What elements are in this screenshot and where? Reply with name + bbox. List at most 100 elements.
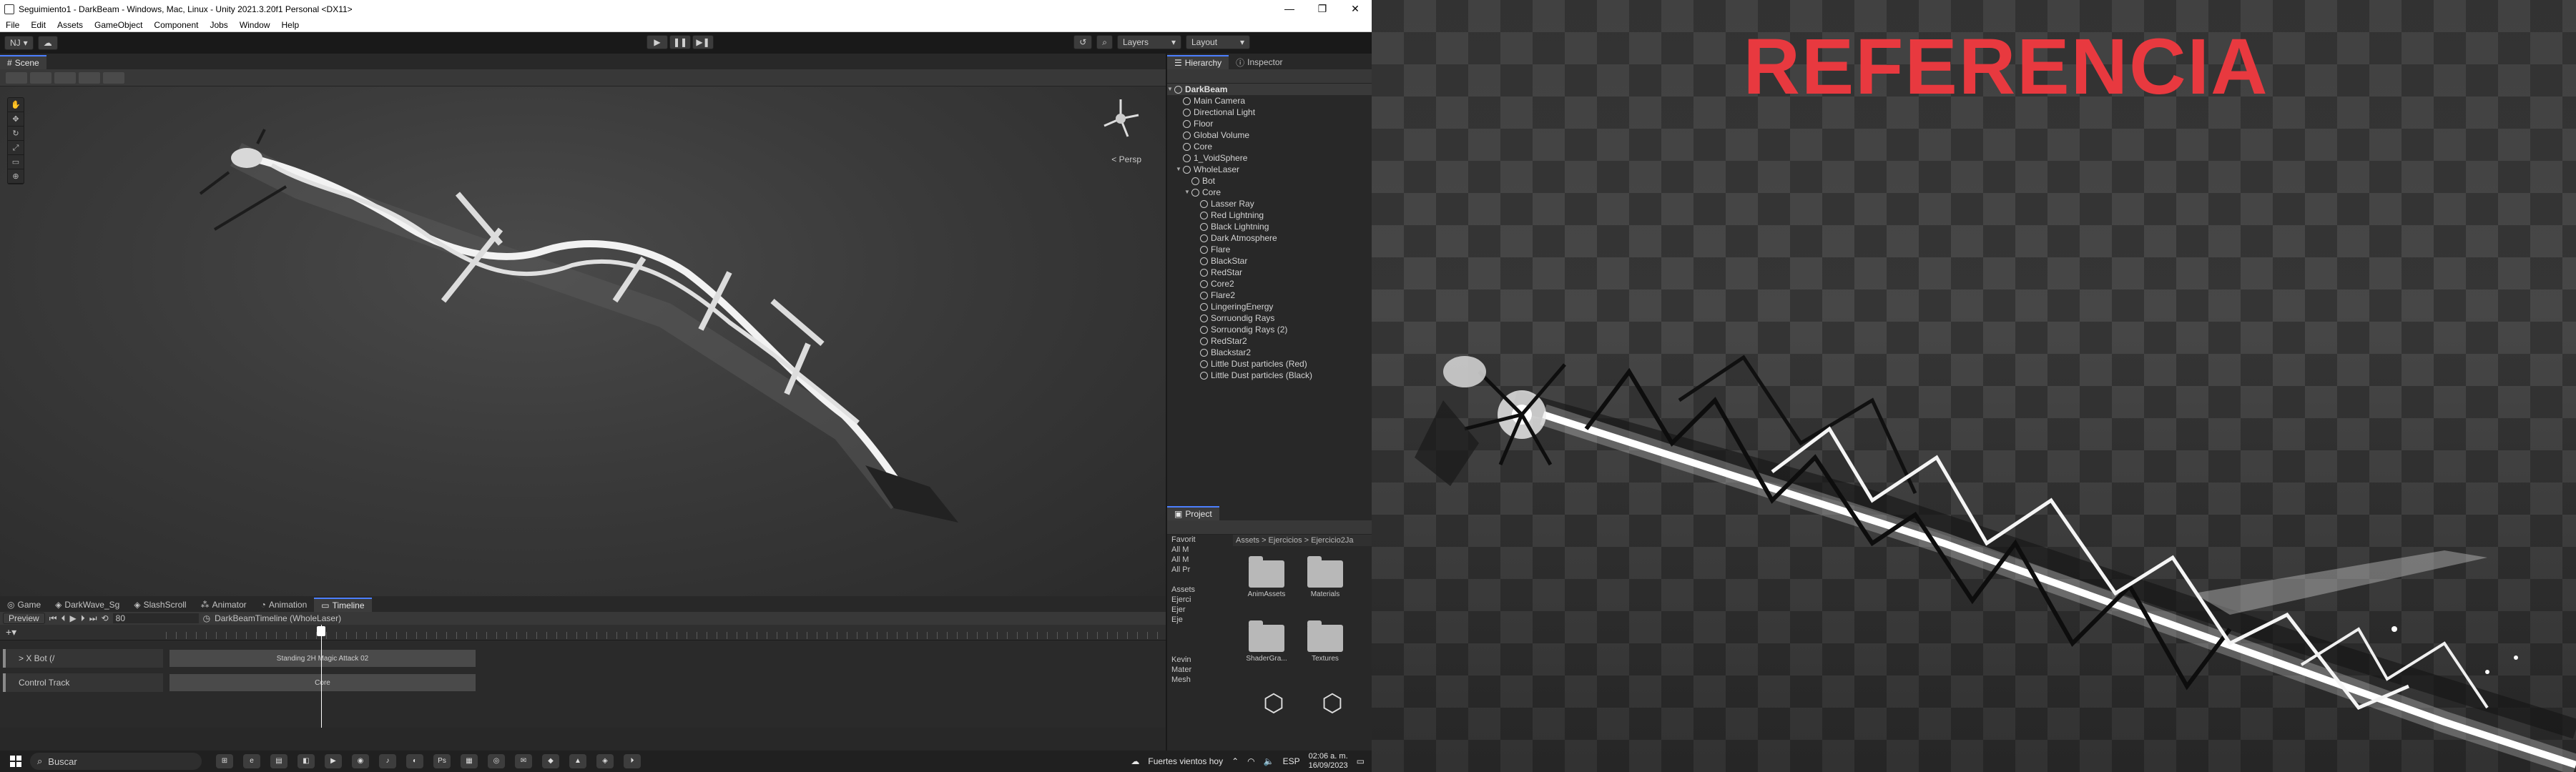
layout-dropdown[interactable]: Layout ▾	[1186, 35, 1250, 49]
hierarchy-item[interactable]: BlackStar	[1167, 255, 1372, 267]
layers-dropdown[interactable]: Layers ▾	[1117, 35, 1181, 49]
hierarchy-item[interactable]: Core	[1167, 141, 1372, 152]
hierarchy-item[interactable]: Flare	[1167, 244, 1372, 255]
hierarchy-item[interactable]: LingeringEnergy	[1167, 301, 1372, 312]
animation-clip[interactable]: Standing 2H Magic Attack 02	[169, 649, 476, 668]
maximize-button[interactable]: ❐	[1306, 0, 1339, 18]
hierarchy-item[interactable]: Bot	[1167, 175, 1372, 187]
control-clip[interactable]: Core	[169, 673, 476, 692]
taskbar-app-icon[interactable]: Ps	[433, 754, 451, 768]
minimize-button[interactable]: —	[1273, 0, 1306, 18]
project-tree-item[interactable]: Mater	[1167, 665, 1233, 675]
project-tree-item[interactable]: Ejerci	[1167, 595, 1233, 605]
hierarchy-item[interactable]: Flare2	[1167, 290, 1372, 301]
project-tree-item[interactable]: All M	[1167, 555, 1233, 565]
step-button[interactable]: ▶❚	[692, 35, 714, 49]
preview-button[interactable]: Preview	[3, 613, 45, 624]
hierarchy-item[interactable]: Dark Atmosphere	[1167, 232, 1372, 244]
project-toolbar[interactable]	[1167, 520, 1372, 535]
hierarchy-item[interactable]: Directional Light	[1167, 107, 1372, 118]
scene-root[interactable]: ▼ DarkBeam	[1167, 84, 1372, 95]
history-icon[interactable]: ↺	[1073, 35, 1093, 49]
loop-icon[interactable]: ⟲	[102, 613, 109, 623]
menu-help[interactable]: Help	[276, 20, 305, 30]
hierarchy-item[interactable]: Main Camera	[1167, 95, 1372, 107]
hierarchy-item[interactable]: ▼ WholeLaser	[1167, 164, 1372, 175]
hierarchy-search[interactable]	[1167, 69, 1372, 84]
notifications-icon[interactable]: ▭	[1357, 756, 1365, 766]
close-button[interactable]: ✕	[1339, 0, 1372, 18]
hierarchy-item[interactable]: Core2	[1167, 278, 1372, 290]
tray-chevron-icon[interactable]: ⌃	[1232, 756, 1239, 766]
project-tree-item[interactable]	[1167, 645, 1233, 655]
menu-gameobject[interactable]: GameObject	[89, 20, 148, 30]
tab-inspector[interactable]: ⓘ Inspector	[1229, 55, 1289, 69]
menu-jobs[interactable]: Jobs	[204, 20, 233, 30]
timeline-playhead[interactable]	[321, 625, 322, 728]
folder-materials[interactable]: Materials	[1300, 556, 1350, 598]
grid-button[interactable]	[54, 71, 76, 84]
draw-mode-button[interactable]	[6, 71, 27, 84]
expand-arrow-icon[interactable]: ▼	[1176, 164, 1183, 175]
tab-hierarchy[interactable]: ☰ Hierarchy	[1167, 55, 1229, 69]
project-tree-item[interactable]	[1167, 575, 1233, 585]
goto-start-icon[interactable]: ⏮	[49, 613, 57, 624]
project-tree-item[interactable]: Mesh	[1167, 675, 1233, 685]
cloud-icon[interactable]: ☁	[37, 36, 58, 50]
language-indicator[interactable]: ESP	[1283, 756, 1300, 766]
track-header-control[interactable]: Control Track	[3, 673, 163, 692]
folder-shadergraph[interactable]: ShaderGra...	[1242, 620, 1292, 663]
persp-label[interactable]: < Persp	[1111, 154, 1141, 164]
hierarchy-item[interactable]: Global Volume	[1167, 129, 1372, 141]
project-tree-item[interactable]	[1167, 635, 1233, 645]
menu-file[interactable]: File	[0, 20, 25, 30]
taskbar-app-icon[interactable]: ◆	[542, 754, 559, 768]
search-icon[interactable]: ⌕	[1096, 35, 1113, 49]
increment-button[interactable]	[103, 71, 124, 84]
scene-orientation-gizmo[interactable]	[1096, 94, 1146, 151]
hierarchy-item[interactable]: RedStar	[1167, 267, 1372, 278]
expand-arrow-icon[interactable]: ▼	[1167, 84, 1174, 95]
weather-text[interactable]: Fuertes vientos hoy	[1148, 756, 1223, 766]
hierarchy-item[interactable]: Black Lightning	[1167, 221, 1372, 232]
tab-animation[interactable]: ◔ Animation	[254, 598, 315, 612]
hierarchy-item[interactable]: Blackstar2	[1167, 347, 1372, 358]
expand-arrow-icon[interactable]: ▼	[1184, 187, 1191, 198]
weather-icon[interactable]: ☁	[1131, 756, 1139, 766]
hierarchy-item[interactable]: Floor	[1167, 118, 1372, 129]
menu-edit[interactable]: Edit	[25, 20, 51, 30]
clock[interactable]: 02:06 a. m. 16/09/2023	[1309, 752, 1348, 771]
volume-icon[interactable]: 🔈	[1264, 756, 1274, 766]
project-tree-item[interactable]: Eje	[1167, 615, 1233, 625]
tab-animator[interactable]: ⁂ Animator	[194, 598, 254, 612]
tab-slashscroll[interactable]: ◈ SlashScroll	[127, 598, 193, 612]
project-tree-item[interactable]: Kevin	[1167, 655, 1233, 665]
taskbar-app-icon[interactable]: ▤	[270, 754, 287, 768]
menu-assets[interactable]: Assets	[51, 20, 89, 30]
project-breadcrumb[interactable]: Assets > Ejercicios > Ejercicio2Ja	[1233, 535, 1372, 546]
project-tree-item[interactable]	[1167, 625, 1233, 635]
unity-asset-icon[interactable]: ⬡	[1249, 689, 1299, 718]
tab-game[interactable]: ◎ Game	[0, 598, 48, 612]
taskbar-app-icon[interactable]: ◐	[406, 754, 423, 768]
taskbar-app-icon[interactable]: ⊞	[216, 754, 233, 768]
track-header-animation[interactable]: > X Bot (/	[3, 649, 163, 668]
frame-field[interactable]: 80	[112, 613, 199, 623]
hierarchy-item[interactable]: Red Lightning	[1167, 209, 1372, 221]
taskbar-app-icon[interactable]: ◧	[298, 754, 315, 768]
folder-animassets[interactable]: AnimAssets	[1242, 556, 1292, 598]
pivot-button[interactable]	[30, 71, 51, 84]
hierarchy-item[interactable]: ▼ Core	[1167, 187, 1372, 198]
hierarchy-item[interactable]: Little Dust particles (Red)	[1167, 358, 1372, 370]
playhead-handle[interactable]	[317, 626, 325, 636]
tab-project[interactable]: ▣ Project	[1167, 506, 1219, 520]
taskbar-app-icon[interactable]: ▦	[461, 754, 478, 768]
hierarchy-item[interactable]: Sorruondig Rays (2)	[1167, 324, 1372, 335]
taskbar-app-icon[interactable]: ⏵	[624, 754, 641, 768]
wifi-icon[interactable]: ◠	[1247, 756, 1254, 766]
hierarchy-item[interactable]: Lasser Ray	[1167, 198, 1372, 209]
taskbar-app-icon[interactable]: ◉	[352, 754, 369, 768]
project-tree-item[interactable]: Assets	[1167, 585, 1233, 595]
snap-button[interactable]	[79, 71, 100, 84]
play-icon[interactable]: ▶	[70, 613, 77, 623]
